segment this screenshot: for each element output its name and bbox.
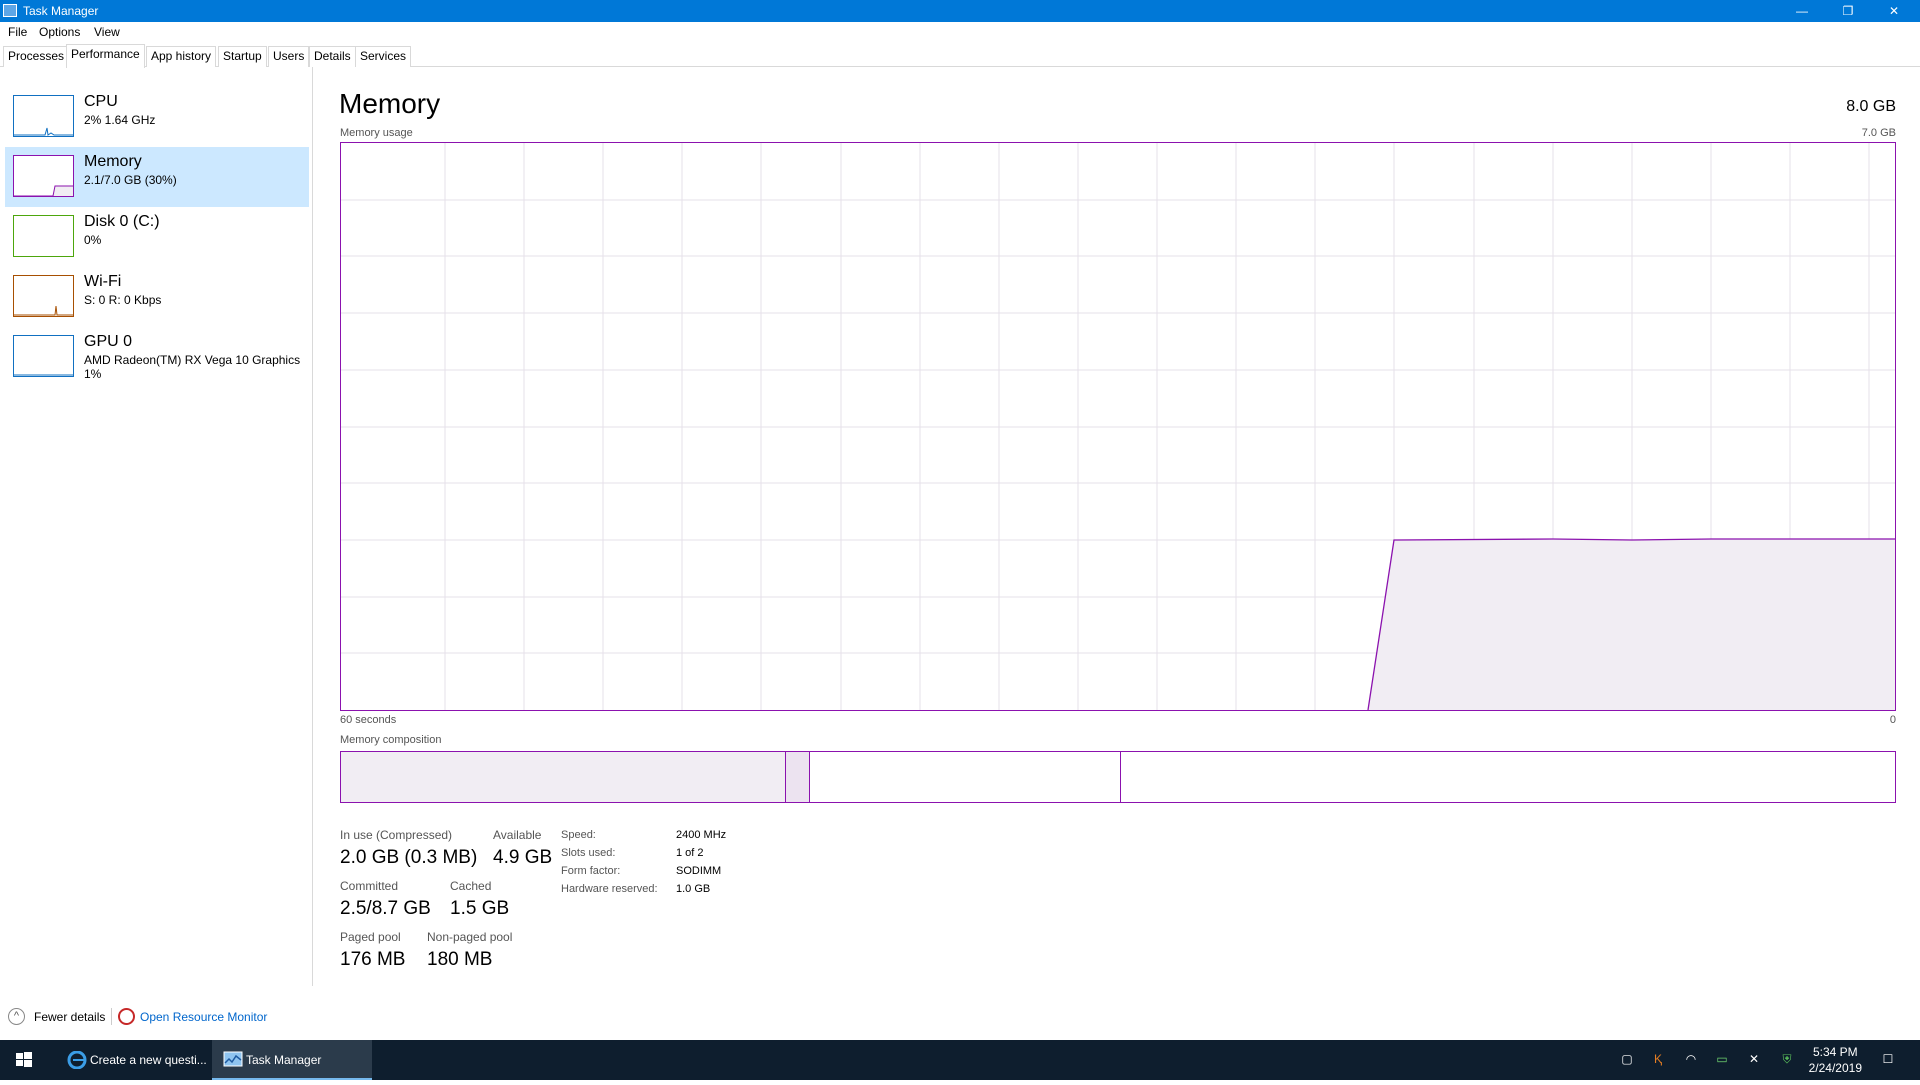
tab-processes[interactable]: Processes (3, 46, 70, 67)
composition-free (1121, 752, 1895, 802)
chevron-up-icon[interactable]: ^ (8, 1008, 25, 1025)
task-manager-icon (3, 4, 17, 17)
nonpaged-pool-label: Non-paged pool (427, 930, 513, 944)
sidebar-item-wifi[interactable]: Wi-Fi S: 0 R: 0 Kbps (5, 267, 309, 327)
wifi-icon[interactable]: ◠ (1683, 1052, 1699, 1068)
taskbar-item-task-manager[interactable]: Task Manager (212, 1040, 372, 1080)
sidebar: CPU 2% 1.64 GHz Memory 2.1/7.0 GB (30%) … (0, 67, 313, 986)
cpu-thumbnail (13, 95, 74, 137)
sidebar-item-cpu[interactable]: CPU 2% 1.64 GHz (5, 87, 309, 147)
clock-date: 2/24/2019 (1808, 1061, 1862, 1075)
taskbar-item-edge[interactable]: Create a new questi... (56, 1040, 210, 1080)
info-label: Hardware reserved: (561, 883, 658, 895)
windows-logo-icon (16, 1052, 32, 1067)
restore-button[interactable]: ❐ (1826, 0, 1870, 22)
action-center-icon[interactable]: ☐ (1880, 1052, 1896, 1068)
sidebar-item-title: Memory (84, 153, 142, 170)
task-manager-icon (223, 1051, 243, 1067)
composition-modified (786, 752, 810, 802)
menu-options[interactable]: Options (39, 25, 80, 39)
tab-startup[interactable]: Startup (218, 46, 267, 67)
in-use-label: In use (Compressed) (340, 828, 453, 842)
sidebar-item-subtitle: 0% (84, 233, 102, 247)
total-memory: 8.0 GB (1846, 98, 1896, 115)
sidebar-item-subtitle: AMD Radeon(TM) RX Vega 10 Graphics (84, 353, 301, 367)
disk-thumbnail (13, 215, 74, 257)
info-value: SODIMM (676, 865, 722, 877)
tab-details[interactable]: Details (309, 46, 356, 67)
committed-value: 2.5/8.7 GB (340, 898, 431, 919)
taskbar-item-label: Task Manager (246, 1053, 322, 1067)
sidebar-item-title: CPU (84, 93, 118, 110)
tab-users[interactable]: Users (268, 46, 310, 67)
info-value: 1.0 GB (676, 883, 711, 895)
memory-usage-chart (341, 143, 1895, 711)
graph-axis-left-label: 60 seconds (340, 714, 397, 726)
title-bar: Task Manager — ❐ ✕ (0, 0, 1920, 22)
edge-icon (67, 1051, 87, 1069)
tab-strip: Processes Performance App history Startu… (0, 43, 1920, 68)
cached-value: 1.5 GB (450, 898, 510, 919)
clock-time: 5:34 PM (1812, 1045, 1858, 1059)
sidebar-item-title: Wi-Fi (84, 273, 122, 290)
memory-usage-max: 7.0 GB (1861, 127, 1896, 139)
page-title: Memory (339, 88, 441, 119)
tab-services[interactable]: Services (355, 46, 412, 67)
sidebar-item-subtitle: S: 0 R: 0 Kbps (84, 293, 162, 307)
window-title: Task Manager (23, 4, 99, 18)
memory-composition-label: Memory composition (340, 734, 442, 746)
memory-thumbnail (13, 155, 74, 197)
app-tray-icon[interactable]: Ⱪ (1650, 1052, 1666, 1068)
available-value: 4.9 GB (493, 847, 553, 868)
system-clock[interactable]: 5:34 PM 2/24/2019 (1809, 1044, 1862, 1076)
in-use-value: 2.0 GB (0.3 MB) (340, 847, 478, 868)
close-button[interactable]: ✕ (1872, 0, 1916, 22)
cached-label: Cached (450, 879, 492, 893)
resource-monitor-icon[interactable] (118, 1008, 135, 1025)
info-label: Slots used: (561, 847, 616, 859)
memory-usage-label: Memory usage (340, 127, 413, 139)
open-resource-monitor-link[interactable]: Open Resource Monitor (140, 1010, 267, 1024)
paged-pool-value: 176 MB (340, 949, 406, 970)
memory-composition-bar (340, 751, 1896, 803)
fewer-details-button[interactable]: Fewer details (34, 1010, 105, 1024)
memory-usage-graph (340, 142, 1896, 711)
battery-icon[interactable]: ▭ (1714, 1052, 1730, 1068)
sidebar-item-subtitle: 2% 1.64 GHz (84, 113, 156, 127)
tab-app-history[interactable]: App history (146, 46, 217, 67)
minimize-button[interactable]: — (1780, 0, 1824, 22)
sidebar-item-memory[interactable]: Memory 2.1/7.0 GB (30%) (5, 147, 309, 207)
graph-axis-right-label: 0 (1889, 714, 1896, 726)
available-label: Available (493, 828, 542, 842)
nonpaged-pool-value: 180 MB (427, 949, 493, 970)
sidebar-item-disk[interactable]: Disk 0 (C:) 0% (5, 207, 309, 267)
start-button[interactable] (0, 1040, 48, 1080)
gpu-thumbnail (13, 335, 74, 377)
wifi-thumbnail (13, 275, 74, 317)
sidebar-item-subtitle: 2.1/7.0 GB (30%) (84, 173, 177, 187)
info-label: Speed: (561, 829, 596, 841)
composition-in-use (341, 752, 786, 802)
committed-label: Committed (340, 879, 399, 893)
sidebar-item-title: GPU 0 (84, 333, 133, 350)
footer: ^ Fewer details Open Resource Monitor (0, 1002, 1920, 1030)
sidebar-item-title: Disk 0 (C:) (84, 213, 160, 230)
volume-muted-icon[interactable]: ✕ (1746, 1052, 1762, 1068)
info-label: Form factor: (561, 865, 621, 877)
tab-performance[interactable]: Performance (66, 44, 145, 68)
info-value: 2400 MHz (676, 829, 727, 841)
menu-file[interactable]: File (8, 25, 27, 39)
footer-divider (111, 1008, 112, 1025)
notification-square-icon[interactable]: ▢ (1619, 1052, 1635, 1068)
security-shield-icon[interactable]: ⛨ (1779, 1052, 1795, 1068)
sidebar-item-gpu[interactable]: GPU 0 AMD Radeon(TM) RX Vega 10 Graphics… (5, 327, 309, 387)
menu-view[interactable]: View (94, 25, 120, 39)
taskbar-item-label: Create a new questi... (90, 1053, 207, 1067)
info-value: 1 of 2 (676, 847, 704, 859)
composition-standby (810, 752, 1121, 802)
menu-bar: File Options View (0, 22, 1920, 43)
paged-pool-label: Paged pool (340, 930, 401, 944)
sidebar-item-subtitle-2: 1% (84, 367, 102, 381)
taskbar: Create a new questi... Task Manager ▢ Ⱪ … (0, 1040, 1920, 1080)
